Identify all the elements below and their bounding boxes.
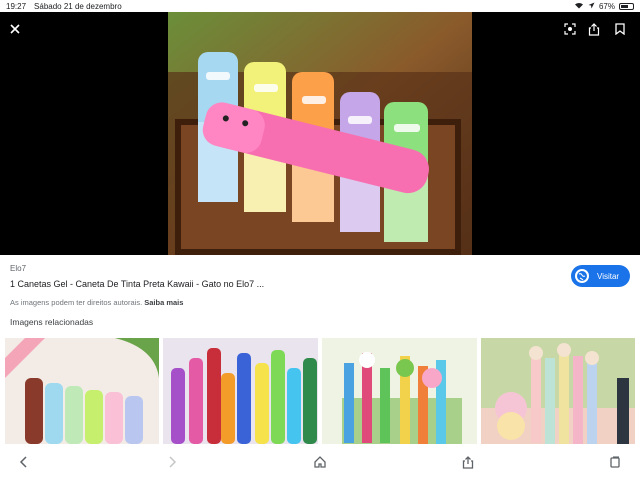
related-image-3[interactable] [322, 338, 477, 444]
main-image[interactable] [168, 12, 472, 255]
source-name[interactable]: Elo7 [10, 264, 630, 273]
copyright-notice: As imagens podem ter direitos autorais. … [10, 298, 630, 307]
result-title[interactable]: 1 Canetas Gel - Caneta De Tinta Preta Ka… [10, 279, 630, 289]
close-icon[interactable] [6, 20, 24, 38]
related-image-1[interactable] [5, 338, 159, 444]
globe-icon [575, 269, 589, 283]
location-icon [588, 2, 595, 11]
image-viewer [0, 12, 640, 255]
battery-icon [619, 2, 634, 10]
lens-icon[interactable] [561, 20, 579, 38]
status-bar: 19:27 Sábado 21 de dezembro 67% [0, 0, 640, 12]
related-image-2[interactable] [163, 338, 318, 444]
visit-label: Visitar [597, 271, 620, 281]
related-image-4[interactable] [481, 338, 635, 444]
status-date: Sábado 21 de dezembro [34, 1, 122, 11]
home-icon[interactable] [312, 454, 328, 470]
forward-icon[interactable] [164, 454, 180, 470]
share-icon[interactable] [585, 20, 603, 38]
back-icon[interactable] [16, 454, 32, 470]
visit-button[interactable]: Visitar [571, 265, 630, 287]
learn-more-link[interactable]: Saiba mais [144, 298, 183, 307]
share-icon[interactable] [460, 454, 476, 470]
status-time: 19:27 [6, 1, 27, 11]
result-info: Elo7 1 Canetas Gel - Caneta De Tinta Pre… [10, 264, 630, 307]
copyright-text: As imagens podem ter direitos autorais. [10, 298, 143, 307]
wifi-icon [574, 1, 584, 11]
bookmark-icon[interactable] [611, 20, 629, 38]
bottom-toolbar [0, 444, 640, 480]
related-images-title: Imagens relacionadas [10, 317, 94, 327]
tabs-icon[interactable] [607, 454, 623, 470]
battery-percent: 67% [598, 1, 615, 11]
